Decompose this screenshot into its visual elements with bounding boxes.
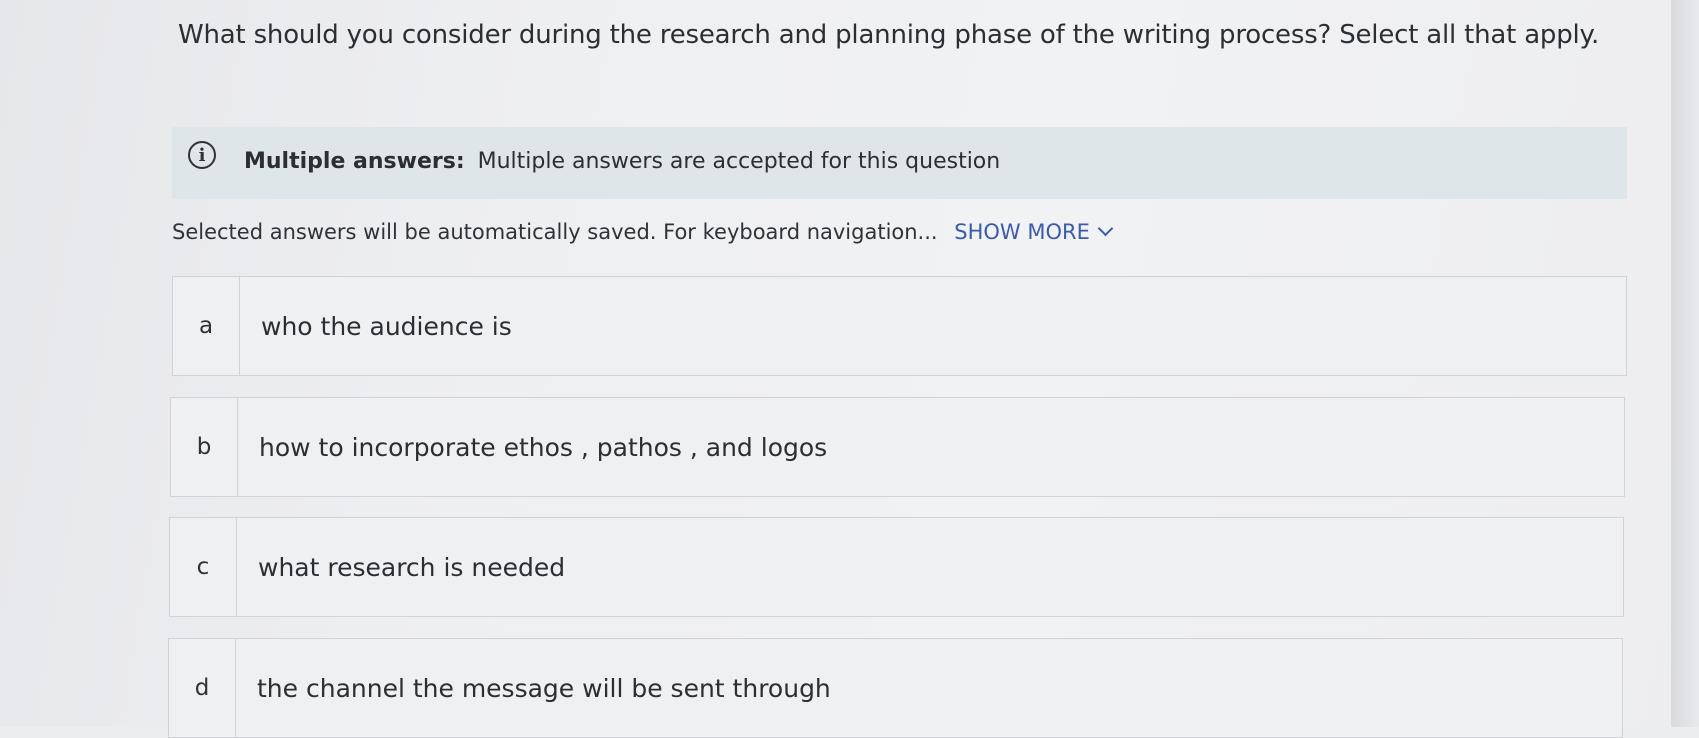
multiple-answers-banner: i Multiple answers: Multiple answers are…	[172, 127, 1627, 199]
quiz-page: What should you consider during the rese…	[0, 0, 1699, 738]
show-more-link[interactable]: SHOW MORE	[954, 220, 1114, 244]
banner-label: Multiple answers:	[244, 149, 465, 174]
option-letter: a	[173, 277, 240, 375]
scroll-edge	[1671, 0, 1699, 727]
answer-option-d[interactable]: d the channel the message will be sent t…	[168, 638, 1623, 738]
helper-message: Selected answers will be automatically s…	[172, 220, 938, 244]
option-text: the channel the message will be sent thr…	[257, 673, 831, 703]
chevron-down-icon	[1097, 220, 1114, 237]
info-icon: i	[188, 141, 216, 169]
banner-text: Multiple answers: Multiple answers are a…	[244, 149, 1000, 174]
option-letter: c	[170, 518, 237, 616]
answer-option-c[interactable]: c what research is needed	[169, 517, 1624, 617]
option-letter: b	[171, 398, 238, 496]
option-text: how to incorporate ethos , pathos , and …	[259, 432, 828, 462]
show-more-label: SHOW MORE	[954, 220, 1090, 244]
answer-option-a[interactable]: a who the audience is	[172, 276, 1627, 376]
option-text: who the audience is	[261, 311, 512, 341]
answer-option-b[interactable]: b how to incorporate ethos , pathos , an…	[170, 397, 1625, 497]
option-text: what research is needed	[258, 552, 566, 582]
question-text: What should you consider during the rese…	[178, 20, 1600, 50]
banner-message: Multiple answers are accepted for this q…	[477, 149, 1001, 174]
option-letter: d	[169, 639, 236, 737]
helper-text: Selected answers will be automatically s…	[172, 220, 1114, 244]
